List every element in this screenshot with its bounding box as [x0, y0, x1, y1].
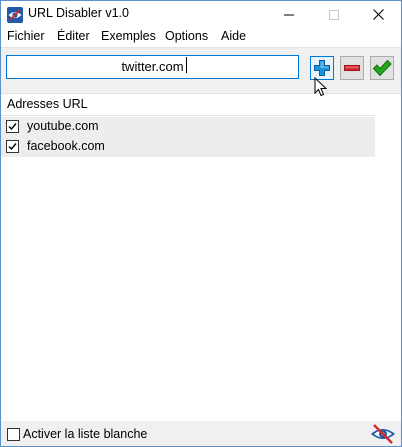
apply-button[interactable]	[370, 56, 394, 80]
menu-help[interactable]: Aide	[221, 29, 246, 43]
url-list: Adresses URL youtube.com facebook.com	[1, 93, 401, 422]
app-window: URL Disabler v1.0 Fichier Éditer Exemple…	[0, 0, 402, 447]
checkmark-icon	[8, 123, 17, 131]
url-input[interactable]	[6, 55, 299, 79]
title-bar[interactable]: URL Disabler v1.0	[1, 1, 401, 28]
eye-blocked-icon	[7, 7, 23, 23]
minus-icon	[344, 65, 360, 71]
list-header: Adresses URL	[7, 97, 88, 111]
divider	[1, 115, 375, 116]
checkmark-icon	[372, 59, 392, 77]
menu-edit[interactable]: Éditer	[57, 29, 90, 43]
status-bar: Activer la liste blanche	[1, 421, 401, 446]
close-icon	[373, 9, 384, 20]
checkbox[interactable]	[6, 120, 19, 133]
menu-options[interactable]: Options	[165, 29, 208, 43]
menu-examples[interactable]: Exemples	[101, 29, 156, 43]
list-item-label: facebook.com	[27, 139, 105, 153]
whitelist-label[interactable]: Activer la liste blanche	[23, 427, 147, 441]
minimize-icon	[283, 14, 294, 15]
plus-icon	[314, 60, 330, 76]
minimize-button[interactable]	[266, 1, 311, 28]
whitelist-checkbox[interactable]	[7, 428, 20, 441]
text-caret	[186, 57, 187, 73]
checkmark-icon	[8, 143, 17, 151]
remove-url-button[interactable]	[340, 56, 364, 80]
menu-bar: Fichier Éditer Exemples Options Aide	[1, 28, 401, 48]
list-item[interactable]: youtube.com	[1, 117, 375, 137]
eye-blocked-icon	[371, 424, 395, 444]
window-title: URL Disabler v1.0	[28, 6, 129, 20]
maximize-button[interactable]	[311, 1, 356, 28]
close-button[interactable]	[356, 1, 401, 28]
mouse-pointer-icon	[314, 77, 328, 97]
list-item-label: youtube.com	[27, 119, 99, 133]
menu-file[interactable]: Fichier	[7, 29, 45, 43]
list-item[interactable]: facebook.com	[1, 137, 375, 157]
checkbox[interactable]	[6, 140, 19, 153]
toolbar	[1, 48, 401, 93]
maximize-icon	[328, 9, 339, 20]
